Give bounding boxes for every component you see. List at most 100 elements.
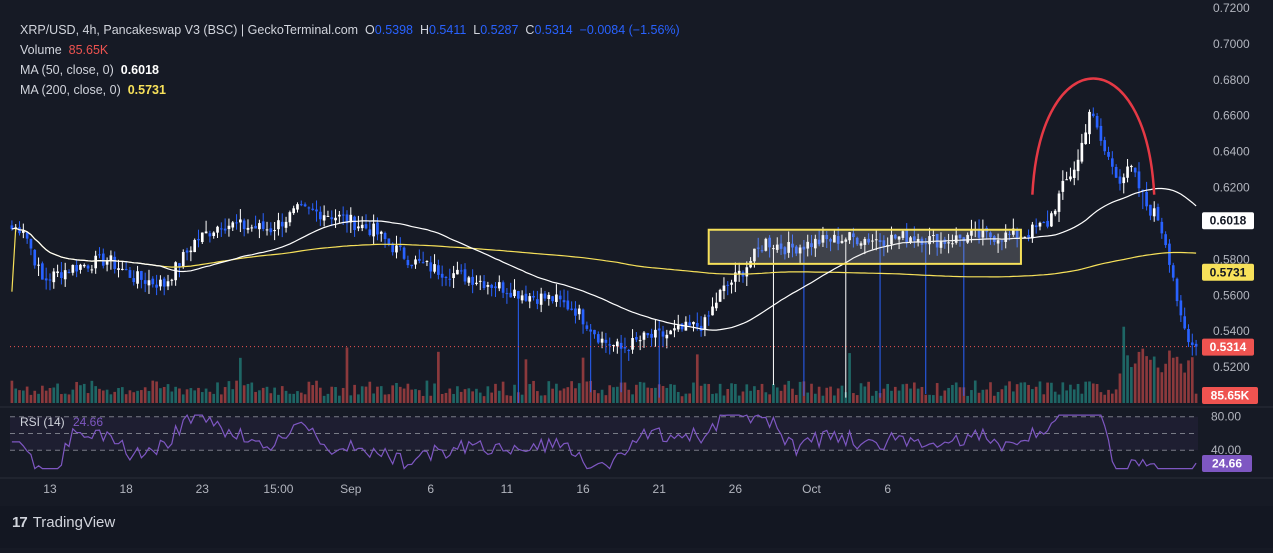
candle-body — [1042, 222, 1046, 224]
ma50-row[interactable]: MA (50, close, 0) 0.6018 — [20, 60, 680, 80]
candle-body — [676, 325, 680, 330]
volume-bar — [817, 386, 821, 403]
volume-bar — [379, 386, 383, 403]
candle-body — [692, 321, 695, 325]
candle-body — [219, 228, 223, 230]
candle-body — [143, 280, 147, 284]
candle-body — [707, 315, 711, 317]
price-tick-label: 0.6200 — [1213, 181, 1250, 195]
tradingview-logo-text: TradingView — [32, 514, 116, 531]
volume-bar — [635, 384, 638, 403]
time-tick-label: Oct — [802, 482, 821, 496]
candle-body — [1031, 224, 1034, 239]
candle-body — [608, 344, 612, 346]
candle-body — [532, 295, 535, 298]
volume-bar — [897, 390, 901, 403]
candle-body — [79, 264, 82, 270]
volume-bar — [753, 386, 756, 403]
candle-body — [52, 271, 56, 283]
volume-bar — [791, 388, 794, 403]
candle-body — [303, 204, 307, 207]
volume-bar — [893, 386, 897, 403]
candle-body — [1061, 180, 1065, 192]
volume-bar — [349, 395, 353, 403]
ma200-value: 0.5731 — [127, 83, 166, 97]
candle-body — [562, 300, 566, 303]
volume-bar — [855, 395, 859, 403]
candle-body — [334, 217, 337, 221]
volume-bar — [1141, 348, 1145, 403]
volume-bar — [105, 389, 109, 403]
volume-bar — [505, 395, 509, 403]
candle-body — [631, 338, 634, 350]
ma200-row[interactable]: MA (200, close, 0) 0.5731 — [20, 80, 680, 100]
symbol-title[interactable]: XRP/USD, 4h, Pancakeswap V3 (BSC) | Geck… — [20, 23, 358, 37]
price-tick-label: 0.6800 — [1213, 73, 1250, 87]
candle-body — [1084, 132, 1088, 145]
volume-bar — [162, 386, 166, 403]
candle-body — [29, 238, 33, 249]
volume-bar — [1080, 393, 1084, 403]
volume-bar — [829, 386, 832, 403]
tradingview-logo[interactable]: 17 TradingView — [12, 514, 115, 531]
volume-bar — [200, 392, 204, 403]
candle-body — [486, 285, 490, 287]
volume-bar — [642, 382, 646, 403]
candle-body — [456, 269, 459, 275]
candle-body — [1122, 177, 1126, 184]
volume-bar — [414, 389, 417, 403]
candle-body — [109, 255, 113, 261]
rsi-label: RSI (14) — [20, 415, 65, 429]
candle-body — [41, 263, 44, 280]
volume-bar — [840, 385, 844, 403]
volume-bar — [539, 395, 543, 403]
volume-bar — [406, 383, 410, 403]
ma200-price-badge: 0.5731 — [1210, 265, 1247, 279]
candle-body — [376, 222, 379, 235]
volume-bar — [707, 384, 711, 403]
candle-body — [383, 232, 387, 240]
volume-bar — [254, 391, 257, 403]
volume-bar — [1130, 367, 1133, 403]
volume-bar — [920, 386, 924, 403]
candle-body — [722, 285, 726, 292]
candle-body — [193, 239, 197, 253]
volume-bar — [63, 393, 67, 403]
volume-bar — [109, 394, 113, 403]
candle-body — [1183, 316, 1187, 329]
volume-bar — [395, 382, 398, 403]
candle-body — [558, 295, 562, 300]
volume-bar — [1004, 385, 1008, 403]
candle-body — [452, 273, 455, 279]
candle-body — [1114, 166, 1118, 178]
volume-bar — [296, 391, 299, 403]
volume-bar — [90, 380, 94, 403]
candle-body — [128, 270, 132, 278]
volume-bar — [665, 387, 669, 403]
candle-body — [718, 289, 722, 302]
volume-bar — [402, 388, 406, 403]
volume-bar — [825, 387, 829, 403]
volume-bar — [1031, 389, 1034, 403]
volume-bar — [467, 388, 471, 403]
volume-bar — [558, 390, 562, 403]
candle-body — [1046, 220, 1049, 227]
volume-bar — [307, 381, 311, 403]
candle-body — [1133, 167, 1137, 173]
volume-bar — [48, 388, 52, 403]
volume-bar — [1179, 363, 1183, 403]
volume-bar — [475, 388, 478, 403]
volume-bar — [155, 381, 158, 403]
volume-bar — [269, 393, 273, 403]
volume-bar — [794, 394, 798, 403]
candle-body — [258, 223, 261, 230]
volume-row[interactable]: Volume 85.65K — [20, 40, 680, 60]
candle-body — [235, 222, 238, 224]
volume-bar — [886, 383, 890, 403]
volume-bar — [444, 392, 448, 403]
volume-bar — [128, 390, 132, 403]
volume-bar — [1076, 383, 1080, 403]
candle-body — [269, 228, 273, 233]
candle-body — [1164, 234, 1167, 246]
volume-bar — [391, 385, 395, 403]
